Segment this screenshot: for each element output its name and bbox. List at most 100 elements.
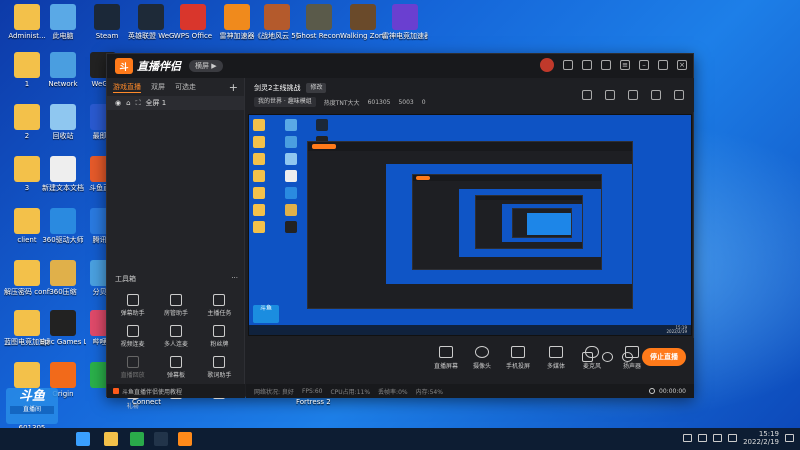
fan-badge-icon	[213, 325, 226, 337]
danmaku-icon	[126, 294, 139, 306]
share-icon[interactable]	[674, 90, 684, 100]
desktop-icon[interactable]: Ghost Recon® ...	[296, 4, 342, 41]
fps-status: FPS:60	[301, 387, 323, 395]
avatar[interactable]	[540, 58, 554, 72]
maximize-icon[interactable]	[658, 60, 668, 70]
notification-icon[interactable]	[785, 434, 794, 442]
toolbox-item[interactable]: 弹幕板	[154, 356, 197, 379]
screen-icon[interactable]	[582, 60, 592, 70]
steam-icon[interactable]	[154, 432, 168, 446]
toolbox-item[interactable]: 歌词助手	[198, 356, 241, 379]
desktop-icon[interactable]: 雷神电竞加速器	[382, 4, 428, 41]
toolbox-item[interactable]: 主播任务	[198, 294, 241, 317]
orientation-mode-button[interactable]: 横屏 ▶	[189, 60, 223, 72]
folder-icon	[14, 156, 40, 182]
record-icon[interactable]	[582, 90, 592, 100]
eye-icon[interactable]: ◉	[115, 99, 121, 107]
input-method-icon[interactable]	[728, 434, 738, 442]
toolbox-item[interactable]: 多人连麦	[154, 325, 197, 348]
desktop-icon[interactable]: WPS Office	[170, 4, 216, 41]
toolbox-item[interactable]: 直播回放	[111, 356, 154, 379]
tab-optional[interactable]: 可选走	[175, 82, 196, 92]
taskbar-clock[interactable]: 15:19 2022/2/19	[743, 430, 779, 446]
stream-preview[interactable]: 斗鱼 15:19 2022/2/19	[248, 114, 692, 336]
windows-start-icon[interactable]	[76, 432, 90, 446]
room-category[interactable]: 我的世界 · 趣味模组	[254, 97, 316, 107]
toolbox-item-label: 多人连麦	[163, 341, 188, 348]
room-manager-icon	[169, 294, 182, 306]
multimedia-button[interactable]: 多媒体	[536, 346, 576, 370]
gear-icon[interactable]	[622, 352, 633, 362]
taskbar: 15:19 2022/2/19	[0, 428, 800, 450]
lock-icon[interactable]	[605, 90, 615, 100]
bell-icon[interactable]	[651, 90, 661, 100]
folder-icon[interactable]	[104, 432, 118, 446]
stream-controls: 停止直播	[582, 348, 686, 366]
multi-link-icon	[169, 325, 182, 337]
tab-game-live[interactable]: 游戏直播	[113, 82, 141, 93]
volume-icon[interactable]	[713, 434, 723, 442]
close-icon[interactable]: ×	[677, 60, 687, 70]
desktop-icon[interactable]: Steam	[84, 4, 130, 41]
desktop-label-fortress: Fortress 2	[296, 398, 331, 406]
timer-icon	[649, 388, 656, 394]
stop-stream-button[interactable]: 停止直播	[642, 348, 686, 366]
computer-icon	[50, 4, 76, 30]
drop-status: 丢帧率:0%	[378, 388, 408, 396]
add-scene-button[interactable]: +	[229, 81, 238, 94]
toolbox-item[interactable]: 房管助手	[154, 294, 197, 317]
desktop-icon[interactable]: 英雄联盟 WeGame版	[128, 4, 174, 41]
window-icon[interactable]	[628, 90, 638, 100]
toolbox-header: 工具箱 ···	[115, 274, 238, 284]
preview-douyu-badge: 斗鱼	[253, 305, 279, 323]
desktop-icon-label: 《战地风云 5》	[254, 32, 300, 40]
edit-title-button[interactable]: 修改	[306, 83, 327, 93]
screen-capture-button[interactable]: 直播屏幕	[426, 346, 466, 370]
tutorial-notice[interactable]: 斗鱼直播伴侣使用教程	[107, 384, 245, 398]
camera-button[interactable]: 摄像头	[462, 346, 502, 370]
video-record-icon[interactable]	[582, 352, 593, 362]
eye-icon[interactable]	[602, 352, 613, 362]
phone-cast-button[interactable]: 手机投屏	[498, 346, 538, 370]
douyu-live-icon[interactable]	[178, 432, 192, 446]
tab-dual-screen[interactable]: 双屏	[151, 82, 165, 92]
toolbox-title: 工具箱	[115, 275, 136, 283]
stream-info-bar: 剑灵2主线挑战 修改 我的世界 · 趣味模组 热度TNT大大 601305 50…	[246, 78, 694, 112]
message-icon[interactable]	[563, 60, 573, 70]
fullscreen-icon: ⛶	[135, 98, 141, 107]
streamer-name: 热度TNT大大	[323, 99, 360, 107]
notice-icon	[113, 388, 119, 394]
toolbox-item-label: 房管助手	[163, 310, 188, 317]
menu-icon[interactable]: ≡	[620, 60, 630, 70]
douyu-live-companion-window: 斗 直播伴侣 横屏 ▶ ≡ – × 游戏直播 双屏 可选走 + ◉ ⌂ ⛶ 全屏…	[106, 53, 694, 410]
desktop-icon[interactable]: 此电脑	[40, 4, 86, 41]
toolbox-item-label: 视频连麦	[120, 341, 145, 348]
tray-app-icon[interactable]	[683, 434, 693, 442]
lock-icon[interactable]: ⌂	[126, 99, 130, 107]
folder-icon	[14, 310, 40, 336]
toolbox-more-button[interactable]: ···	[231, 274, 238, 284]
network-icon	[50, 52, 76, 78]
replay-icon	[126, 356, 139, 368]
douyu-logo-icon: 斗	[115, 58, 133, 74]
desktop-icon[interactable]: Walking Zombie 2	[340, 4, 386, 41]
filter-icon[interactable]	[601, 60, 611, 70]
green-app-icon[interactable]	[130, 432, 144, 446]
notice-text: 斗鱼直播伴侣使用教程	[122, 388, 183, 396]
minimize-icon[interactable]: –	[639, 60, 649, 70]
origin-icon	[50, 362, 76, 388]
app-logo: 斗 直播伴侣	[115, 58, 181, 74]
scene-item[interactable]: ◉ ⌂ ⛶ 全屏 1	[107, 96, 244, 110]
title-bar[interactable]: 斗 直播伴侣 横屏 ▶ ≡ – ×	[107, 54, 693, 78]
toolbox-item[interactable]: 弹幕助手	[111, 294, 154, 317]
recycle-bin-icon	[50, 104, 76, 130]
toolbox-item[interactable]: 粉丝牌	[198, 325, 241, 348]
fans-count: 5003	[398, 98, 414, 106]
desktop-icon[interactable]: 《战地风云 5》	[254, 4, 300, 41]
toolbox-item[interactable]: 视频连麦	[111, 325, 154, 348]
preview-taskbar	[249, 325, 691, 335]
lol-icon	[138, 4, 164, 30]
network-status: 网络状况: 良好	[254, 388, 294, 396]
cpu-status: CPU占用:11%	[330, 388, 371, 396]
network-tray-icon[interactable]	[698, 434, 708, 442]
